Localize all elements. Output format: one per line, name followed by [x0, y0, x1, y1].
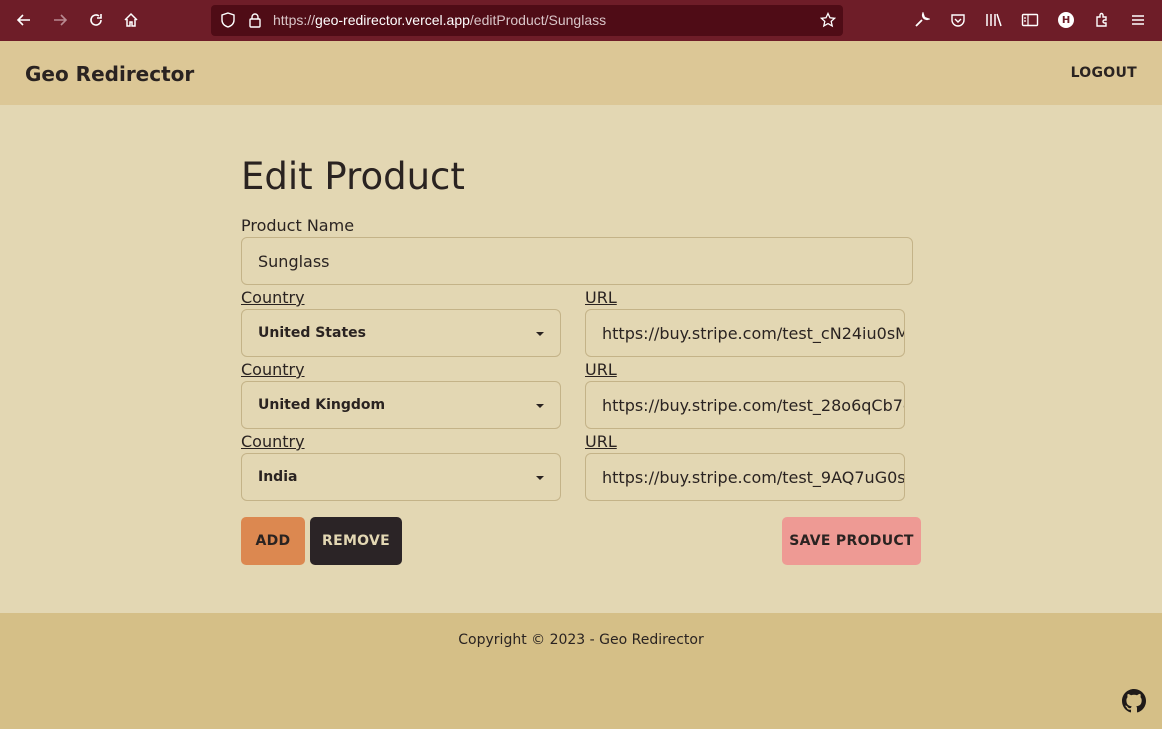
url-label: URL — [585, 360, 617, 379]
copyright-text: Copyright © 2023 - Geo Redirector — [458, 632, 704, 648]
reload-icon — [90, 14, 102, 26]
url-input[interactable]: https://buy.stripe.com/test_9AQ7uG0s — [585, 453, 905, 501]
brand-logo[interactable]: Geo Redirector — [25, 62, 194, 86]
logout-button[interactable]: LOGOUT — [1071, 65, 1137, 81]
sidebar-icon — [1021, 13, 1039, 27]
wrench-icon — [915, 12, 930, 27]
reload-button[interactable] — [84, 8, 108, 32]
url-label: URL — [585, 288, 617, 307]
page-footer: Copyright © 2023 - Geo Redirector — [0, 613, 1162, 729]
browser-toolbar: https://geo-redirector.vercel.app/editPr… — [0, 0, 1162, 41]
pocket-button[interactable] — [948, 10, 968, 30]
chevron-down-icon — [536, 476, 544, 480]
library-icon — [986, 13, 1002, 27]
back-button[interactable] — [12, 8, 36, 32]
url-input[interactable]: https://buy.stripe.com/test_28o6qCb7c — [585, 381, 905, 429]
shield-icon[interactable] — [220, 12, 236, 28]
arrow-right-icon — [54, 14, 68, 26]
country-label: Country — [241, 288, 305, 307]
app-navbar: Geo Redirector LOGOUT — [0, 41, 1162, 105]
address-bar[interactable]: https://geo-redirector.vercel.app/editPr… — [211, 5, 843, 36]
home-icon — [124, 12, 138, 27]
account-button[interactable]: H — [1056, 10, 1076, 30]
extensions-button[interactable] — [1092, 10, 1112, 30]
product-name-input[interactable]: Sunglass — [241, 237, 913, 285]
library-button[interactable] — [984, 10, 1004, 30]
product-name-label: Product Name — [241, 216, 355, 235]
page-title: Edit Product — [241, 155, 465, 198]
forward-button[interactable] — [48, 8, 72, 32]
home-button[interactable] — [119, 8, 143, 32]
country-select[interactable]: United Kingdom — [241, 381, 561, 429]
chevron-down-icon — [536, 332, 544, 336]
country-select-value: United Kingdom — [258, 397, 386, 413]
tools-button[interactable] — [912, 10, 932, 30]
country-select-value: India — [258, 469, 298, 485]
menu-button[interactable] — [1128, 10, 1148, 30]
country-select[interactable]: United States — [241, 309, 561, 357]
url-label: URL — [585, 432, 617, 451]
country-label: Country — [241, 432, 305, 451]
avatar: H — [1058, 12, 1074, 28]
url-input[interactable]: https://buy.stripe.com/test_cN24iu0sM — [585, 309, 905, 357]
edit-product-form: Edit Product Product Name Sunglass Count… — [0, 105, 1162, 613]
sidebar-button[interactable] — [1020, 10, 1040, 30]
url-prefix: https:// — [273, 12, 316, 28]
country-select-value: United States — [258, 325, 366, 341]
save-product-button[interactable]: SAVE PRODUCT — [782, 517, 921, 565]
url-text: https://geo-redirector.vercel.app/editPr… — [273, 12, 606, 28]
bookmark-star-icon[interactable] — [820, 12, 836, 28]
lock-icon[interactable] — [247, 12, 263, 28]
arrow-left-icon — [16, 14, 30, 26]
chevron-down-icon — [536, 404, 544, 408]
url-host: geo-redirector.vercel.app — [315, 12, 470, 28]
puzzle-icon — [1096, 12, 1107, 27]
country-label: Country — [241, 360, 305, 379]
url-path: /editProduct/Sunglass — [469, 12, 607, 28]
hamburger-menu-icon — [1132, 15, 1144, 25]
remove-button[interactable]: REMOVE — [310, 517, 402, 565]
pocket-icon — [951, 14, 965, 27]
country-select[interactable]: India — [241, 453, 561, 501]
add-button[interactable]: ADD — [241, 517, 305, 565]
github-icon[interactable] — [1122, 689, 1146, 713]
